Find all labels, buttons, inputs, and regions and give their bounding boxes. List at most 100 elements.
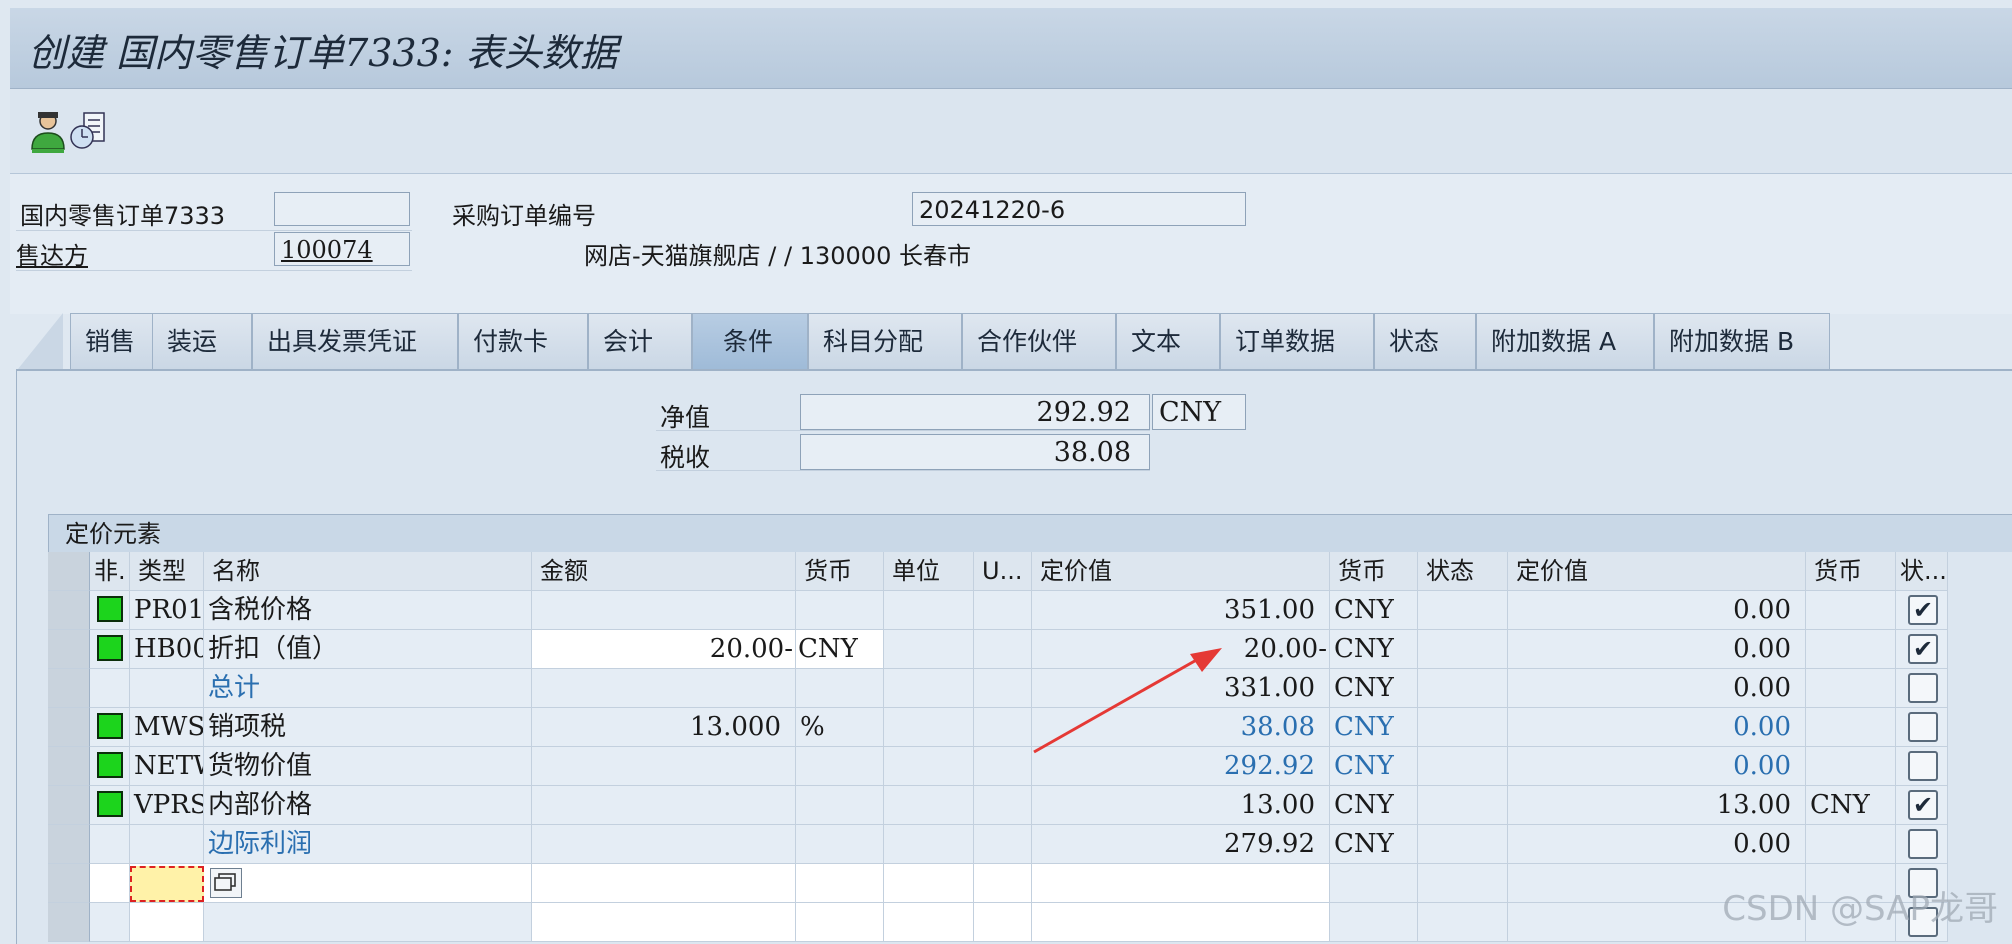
condition-amount[interactable] bbox=[532, 669, 796, 708]
pricing-unit[interactable] bbox=[884, 747, 974, 786]
checkbox-unchecked[interactable] bbox=[1908, 751, 1938, 781]
table-row-new-entry[interactable] bbox=[48, 864, 1948, 903]
tab-additional-data-b[interactable]: 附加数据 B bbox=[1654, 313, 1830, 369]
tab-accounting[interactable]: 会计 bbox=[588, 313, 692, 369]
amount-currency[interactable] bbox=[796, 825, 884, 864]
tab-payment-cards[interactable]: 付款卡 bbox=[458, 313, 588, 369]
condition-amount[interactable] bbox=[532, 903, 796, 942]
condition-amount[interactable]: 13.000 bbox=[532, 708, 796, 747]
table-row[interactable]: NETW 货物价值 292.92 CNY 0.00 bbox=[48, 747, 1948, 786]
column-header[interactable]: 单位 bbox=[884, 552, 974, 591]
pricing-unit[interactable] bbox=[884, 903, 974, 942]
column-header[interactable]: 名称 bbox=[204, 552, 532, 591]
column-header[interactable]: 非. bbox=[90, 552, 130, 591]
condition-amount[interactable] bbox=[532, 825, 796, 864]
table-row[interactable]: 总计 331.00 CNY 0.00 bbox=[48, 669, 1948, 708]
condition-amount[interactable] bbox=[532, 786, 796, 825]
condition-amount-input[interactable]: 20.00- bbox=[532, 630, 796, 669]
table-row[interactable]: PR01 含税价格 351.00 CNY 0.00 ✔ bbox=[48, 591, 1948, 630]
column-header[interactable]: 货币 bbox=[1806, 552, 1896, 591]
amount-currency[interactable]: % bbox=[796, 708, 884, 747]
condition-type[interactable]: VPRS bbox=[130, 786, 204, 825]
checkbox-checked[interactable]: ✔ bbox=[1908, 634, 1938, 664]
unit-of-measure[interactable] bbox=[974, 786, 1032, 825]
row-selector[interactable] bbox=[48, 903, 90, 942]
row-selector[interactable] bbox=[48, 708, 90, 747]
row-selector[interactable] bbox=[48, 864, 90, 903]
row-selector[interactable] bbox=[48, 591, 90, 630]
condition-type[interactable]: MWSI bbox=[130, 708, 204, 747]
column-header[interactable]: 货币 bbox=[796, 552, 884, 591]
unit-of-measure[interactable] bbox=[974, 630, 1032, 669]
row-selector[interactable] bbox=[48, 786, 90, 825]
condition-type[interactable]: HB00 bbox=[130, 630, 204, 669]
column-header[interactable]: 定价值 bbox=[1032, 552, 1330, 591]
tab-order-data[interactable]: 订单数据 bbox=[1220, 313, 1374, 369]
pricing-unit[interactable] bbox=[884, 669, 974, 708]
column-header[interactable]: 状态 bbox=[1418, 552, 1508, 591]
pricing-unit[interactable] bbox=[884, 864, 974, 903]
condition-type[interactable] bbox=[130, 903, 204, 942]
tab-shipping[interactable]: 装运 bbox=[152, 313, 252, 369]
amount-currency-input[interactable]: CNY bbox=[796, 630, 884, 669]
net-currency-field[interactable]: CNY bbox=[1152, 394, 1246, 430]
checkbox-checked[interactable]: ✔ bbox=[1908, 790, 1938, 820]
column-header[interactable]: 类型 bbox=[130, 552, 204, 591]
unit-of-measure[interactable] bbox=[974, 825, 1032, 864]
amount-currency[interactable] bbox=[796, 669, 884, 708]
unit-of-measure[interactable] bbox=[974, 903, 1032, 942]
row-selector[interactable] bbox=[48, 825, 90, 864]
condition-amount[interactable] bbox=[532, 591, 796, 630]
row-selector[interactable] bbox=[48, 630, 90, 669]
condition-amount[interactable] bbox=[532, 747, 796, 786]
table-row[interactable]: 边际利润 279.92 CNY 0.00 bbox=[48, 825, 1948, 864]
column-header[interactable]: 金额 bbox=[532, 552, 796, 591]
table-row[interactable]: VPRS 内部价格 13.00 CNY 13.00 CNY ✔ bbox=[48, 786, 1948, 825]
tax-value-field[interactable]: 38.08 bbox=[800, 434, 1150, 470]
condition-amount[interactable] bbox=[532, 864, 796, 903]
column-header[interactable]: 状... bbox=[1896, 552, 1948, 591]
column-header[interactable]: 定价值 bbox=[1508, 552, 1806, 591]
unit-of-measure[interactable] bbox=[974, 747, 1032, 786]
pricing-unit[interactable] bbox=[884, 630, 974, 669]
tab-additional-data-a[interactable]: 附加数据 A bbox=[1476, 313, 1654, 369]
row-selector[interactable] bbox=[48, 747, 90, 786]
soldto-field[interactable]: 100074 bbox=[274, 232, 410, 266]
amount-currency[interactable] bbox=[796, 864, 884, 903]
amount-currency[interactable] bbox=[796, 786, 884, 825]
tab-status[interactable]: 状态 bbox=[1374, 313, 1476, 369]
amount-currency[interactable] bbox=[796, 591, 884, 630]
tab-partners[interactable]: 合作伙伴 bbox=[962, 313, 1116, 369]
checkbox-unchecked[interactable] bbox=[1908, 673, 1938, 703]
condition-type-input[interactable] bbox=[130, 866, 204, 902]
row-selector[interactable] bbox=[48, 669, 90, 708]
value-help-icon[interactable] bbox=[210, 868, 242, 898]
column-header[interactable]: 货币 bbox=[1330, 552, 1418, 591]
amount-currency[interactable] bbox=[796, 747, 884, 786]
condition-type[interactable] bbox=[130, 669, 204, 708]
unit-of-measure[interactable] bbox=[974, 591, 1032, 630]
table-row-empty[interactable] bbox=[48, 903, 1948, 942]
tab-texts[interactable]: 文本 bbox=[1116, 313, 1220, 369]
pricing-unit[interactable] bbox=[884, 591, 974, 630]
pricing-unit[interactable] bbox=[884, 708, 974, 747]
pricing-unit[interactable] bbox=[884, 825, 974, 864]
net-value-field[interactable]: 292.92 bbox=[800, 394, 1150, 430]
row-selector-header[interactable] bbox=[48, 552, 90, 591]
column-header[interactable]: U... bbox=[974, 552, 1032, 591]
condition-type[interactable]: NETW bbox=[130, 747, 204, 786]
unit-of-measure[interactable] bbox=[974, 864, 1032, 903]
unit-of-measure[interactable] bbox=[974, 708, 1032, 747]
condition-type[interactable]: PR01 bbox=[130, 591, 204, 630]
tab-billing[interactable]: 出具发票凭证 bbox=[252, 313, 458, 369]
checkbox-unchecked[interactable] bbox=[1908, 829, 1938, 859]
tab-conditions[interactable]: 条件 bbox=[692, 313, 808, 369]
amount-currency[interactable] bbox=[796, 903, 884, 942]
unit-of-measure[interactable] bbox=[974, 669, 1032, 708]
po-number-field[interactable]: 20241220-6 bbox=[912, 192, 1246, 226]
document-overview-icon[interactable] bbox=[66, 109, 112, 155]
checkbox-unchecked[interactable] bbox=[1908, 712, 1938, 742]
tab-account-assignment[interactable]: 科目分配 bbox=[808, 313, 962, 369]
condition-type[interactable] bbox=[130, 825, 204, 864]
checkbox-checked[interactable]: ✔ bbox=[1908, 595, 1938, 625]
